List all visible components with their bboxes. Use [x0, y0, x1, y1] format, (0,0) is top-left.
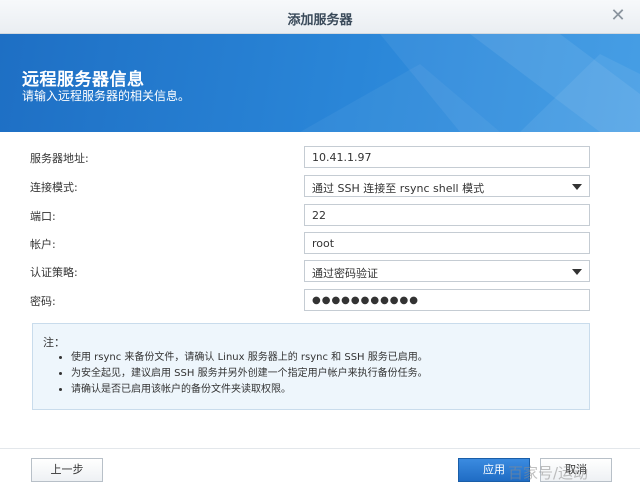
note-item: 请确认是否已启用该帐户的备份文件夹读取权限。 [71, 382, 428, 398]
chevron-down-icon [572, 269, 582, 275]
watermark: 百家号/运动 [508, 464, 589, 482]
row-account: 帐户: root [30, 232, 592, 256]
auth-policy-select[interactable]: 通过密码验证 [304, 260, 590, 282]
connection-mode-select[interactable]: 通过 SSH 连接至 rsync shell 模式 [304, 175, 590, 197]
note-list: 使用 rsync 来备份文件，请确认 Linux 服务器上的 rsync 和 S… [71, 350, 428, 398]
banner-subheading: 请输入远程服务器的相关信息。 [22, 89, 191, 103]
previous-button[interactable]: 上一步 [31, 458, 103, 482]
row-server-address: 服务器地址: 10.41.1.97 [30, 146, 592, 170]
close-icon[interactable]: ✕ [608, 6, 628, 26]
account-input[interactable]: root [304, 232, 590, 254]
port-input[interactable]: 22 [304, 204, 590, 226]
password-label: 密码: [30, 295, 56, 308]
footer-divider [0, 448, 640, 449]
row-connection-mode: 连接模式: 通过 SSH 连接至 rsync shell 模式 [30, 175, 592, 199]
note-title: 注： [43, 336, 65, 349]
connection-mode-value: 通过 SSH 连接至 rsync shell 模式 [312, 182, 485, 195]
row-password: 密码: ●●●●●●●●●●● [30, 289, 592, 313]
dialog-titlebar: 添加服务器 ✕ [0, 0, 640, 34]
note-box: 注： 使用 rsync 来备份文件，请确认 Linux 服务器上的 rsync … [32, 323, 590, 410]
auth-policy-label: 认证策略: [30, 266, 78, 279]
row-auth-policy: 认证策略: 通过密码验证 [30, 260, 592, 284]
port-label: 端口: [30, 210, 56, 223]
connection-mode-label: 连接模式: [30, 181, 78, 194]
header-banner: 远程服务器信息 请输入远程服务器的相关信息。 [0, 34, 640, 132]
note-item: 使用 rsync 来备份文件，请确认 Linux 服务器上的 rsync 和 S… [71, 350, 428, 366]
dialog-title: 添加服务器 [287, 13, 353, 28]
password-input[interactable]: ●●●●●●●●●●● [304, 289, 590, 311]
server-address-label: 服务器地址: [30, 152, 89, 165]
chevron-down-icon [572, 184, 582, 190]
row-port: 端口: 22 [30, 204, 592, 228]
account-label: 帐户: [30, 238, 56, 251]
server-address-input[interactable]: 10.41.1.97 [304, 146, 590, 168]
auth-policy-value: 通过密码验证 [312, 267, 378, 280]
note-item: 为安全起见，建议启用 SSH 服务并另外创建一个指定用户帐户来执行备份任务。 [71, 366, 428, 382]
